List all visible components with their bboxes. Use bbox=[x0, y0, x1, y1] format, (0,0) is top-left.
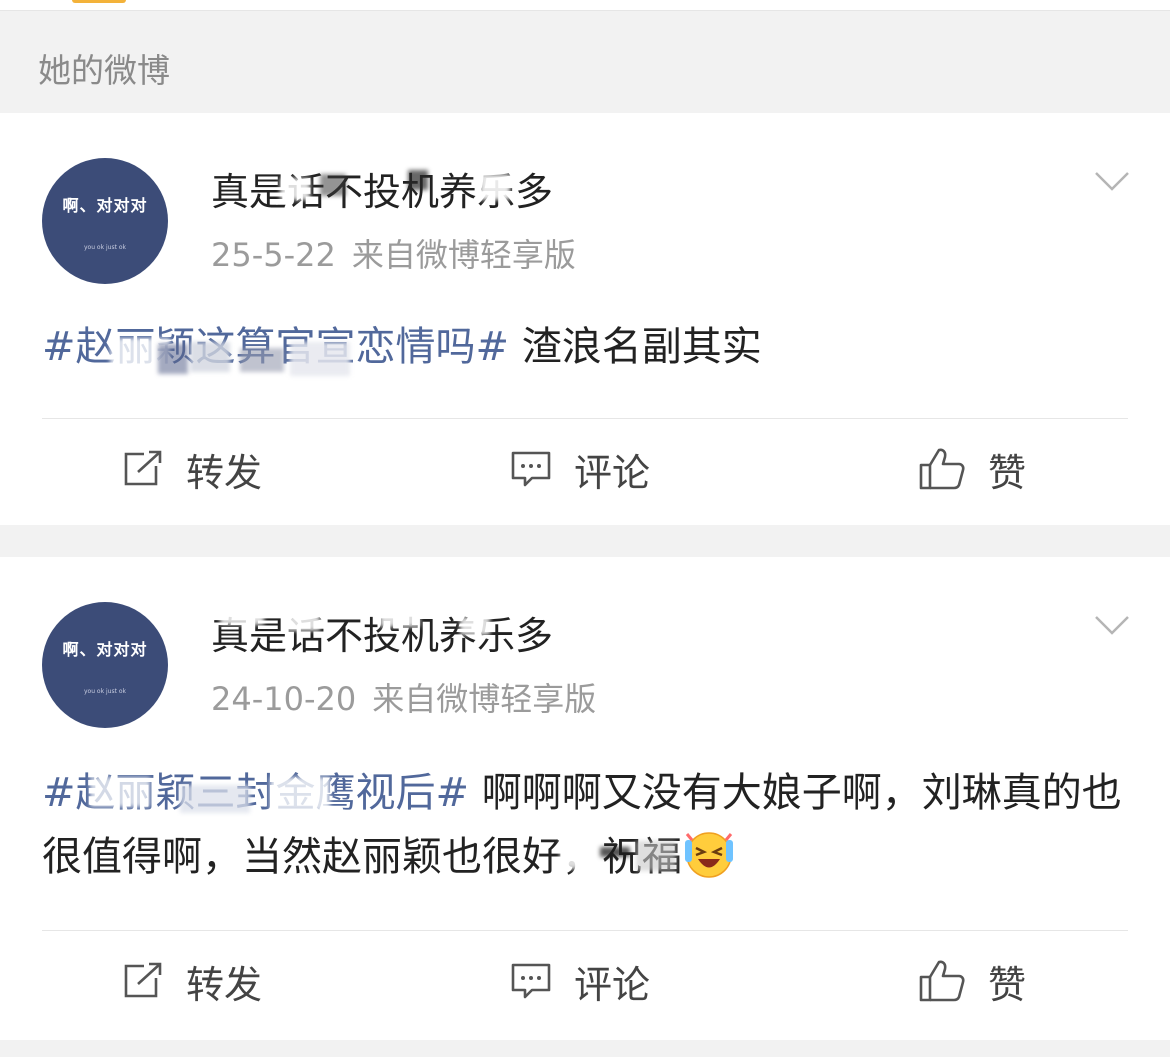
avatar[interactable]: 啊、对对对 you ok just ok bbox=[42, 602, 168, 728]
post-date: 25-5-22 bbox=[211, 236, 336, 274]
post-actions: 转发 评论 赞 bbox=[0, 931, 1170, 1031]
comment-label: 评论 bbox=[574, 962, 651, 1007]
post-card: 啊、对对对 you ok just ok 真是话不投机养乐多 25-5-22 来自… bbox=[0, 113, 1170, 525]
chevron-down-icon[interactable] bbox=[1094, 613, 1130, 637]
thumbs-up-icon bbox=[919, 448, 965, 490]
post-card: 啊、对对对 you ok just ok 真是话不投机养乐多 24-10-20 来… bbox=[0, 557, 1170, 1040]
avatar-text: 啊、对对对 bbox=[62, 640, 148, 659]
section-header: 她的微博 bbox=[0, 11, 1170, 113]
comment-label: 评论 bbox=[574, 450, 651, 495]
top-tab-strip bbox=[0, 0, 1170, 11]
post-actions: 转发 评论 赞 bbox=[0, 419, 1170, 519]
like-label: 赞 bbox=[988, 962, 1027, 1007]
post-content: #赵丽颖这算官宣恋情吗# 渣浪名副其实 bbox=[42, 315, 1126, 379]
post-content: #赵丽颖三封金鹰视后# 啊啊啊又没有大娘子啊，刘琳真的也很值得啊，当然赵丽颖也很… bbox=[42, 761, 1126, 889]
comment-button[interactable]: 评论 bbox=[510, 419, 650, 519]
post-date: 24-10-20 bbox=[211, 680, 357, 718]
post-source: 来自微博轻享版 bbox=[372, 680, 597, 718]
repost-button[interactable]: 转发 bbox=[122, 419, 262, 519]
laughing-crying-emoji-icon bbox=[685, 832, 733, 878]
repost-icon bbox=[124, 962, 162, 998]
avatar[interactable]: 啊、对对对 you ok just ok bbox=[42, 158, 168, 284]
repost-label: 转发 bbox=[186, 962, 263, 1007]
post-hashtag[interactable]: #赵丽颖三封金鹰视后# bbox=[42, 770, 469, 816]
chevron-down-icon[interactable] bbox=[1094, 169, 1130, 193]
avatar-subtext: you ok just ok bbox=[84, 688, 126, 695]
like-button[interactable]: 赞 bbox=[918, 419, 1026, 519]
like-button[interactable]: 赞 bbox=[918, 931, 1026, 1031]
post-username[interactable]: 真是话不投机养乐多 bbox=[211, 613, 553, 659]
avatar-text: 啊、对对对 bbox=[62, 196, 148, 215]
active-tab-indicator bbox=[72, 0, 126, 3]
post-meta: 25-5-22 来自微博轻享版 bbox=[211, 235, 576, 275]
repost-button[interactable]: 转发 bbox=[122, 931, 262, 1031]
post-text: 渣浪名副其实 bbox=[509, 324, 762, 370]
like-label: 赞 bbox=[988, 450, 1027, 495]
comment-icon bbox=[511, 963, 551, 999]
post-hashtag[interactable]: #赵丽颖这算官宣恋情吗# bbox=[42, 324, 509, 370]
comment-icon bbox=[511, 451, 551, 487]
avatar-subtext: you ok just ok bbox=[84, 244, 126, 251]
repost-label: 转发 bbox=[186, 450, 263, 495]
post-source: 来自微博轻享版 bbox=[351, 236, 576, 274]
repost-icon bbox=[124, 450, 162, 486]
comment-button[interactable]: 评论 bbox=[510, 931, 650, 1031]
section-title: 她的微博 bbox=[38, 51, 170, 90]
post-meta: 24-10-20 来自微博轻享版 bbox=[211, 679, 596, 719]
thumbs-up-icon bbox=[919, 960, 965, 1002]
post-username[interactable]: 真是话不投机养乐多 bbox=[211, 169, 553, 215]
